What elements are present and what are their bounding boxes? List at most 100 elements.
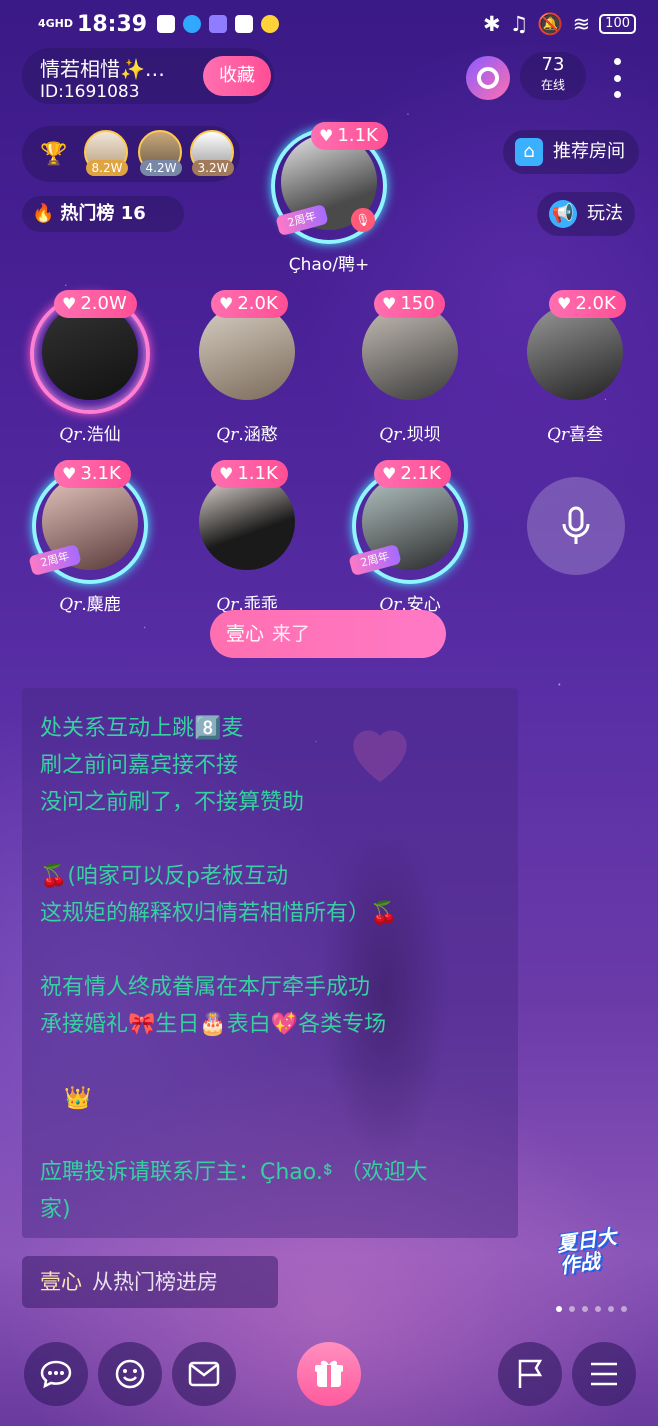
announce-line: 承接婚礼🎀生日🎂表白💖各类专场 bbox=[40, 1012, 387, 1037]
seat-name: Qr.涵憨 bbox=[216, 425, 278, 445]
seat-avatar bbox=[527, 304, 623, 400]
host-name: Çhao/聘+ bbox=[288, 255, 370, 275]
banner-pagination bbox=[556, 1306, 627, 1312]
online-count: 73 bbox=[541, 54, 565, 75]
seat-hearts: 3.1K bbox=[80, 463, 121, 484]
microphone-icon bbox=[562, 506, 590, 544]
headphones-icon: ♫ bbox=[509, 12, 529, 36]
join-user: 壹心 bbox=[226, 623, 265, 645]
host-hearts: 1.1K bbox=[337, 125, 378, 146]
join-notification: 壹心 来了 bbox=[210, 610, 446, 658]
seat-avatar bbox=[362, 304, 458, 400]
chat-bubble-icon bbox=[40, 1360, 72, 1389]
seat-heart-badge: ♥ 150 bbox=[374, 290, 445, 318]
empty-mic-seat[interactable] bbox=[527, 477, 625, 575]
seat-heart-badge: ♥ 1.1K bbox=[211, 460, 288, 488]
room-logo-button[interactable] bbox=[466, 56, 510, 100]
room-announcement: 处关系互动上跳8️⃣麦 刷之前问嘉宾接不接 没问之前刷了，不接算赞助 🍒(咱家可… bbox=[22, 688, 518, 1238]
announce-line bbox=[40, 821, 500, 858]
seat-name: Qr.浩仙 bbox=[59, 425, 121, 445]
app-notification-icon bbox=[183, 15, 202, 33]
favorite-button[interactable]: 收藏 bbox=[203, 56, 271, 96]
announce-line bbox=[40, 932, 500, 969]
bluetooth-icon: ✱ bbox=[482, 12, 501, 36]
seat-name: Qr喜叁 bbox=[546, 425, 604, 445]
seat-hearts: 2.0K bbox=[237, 293, 278, 314]
seat-hearts: 150 bbox=[400, 293, 435, 314]
seat-avatar bbox=[199, 474, 295, 570]
status-bar: 4GHD 18:39 ✱ ♫ 🔕 ≋ 100 bbox=[0, 0, 658, 48]
wifi-icon: ≋ bbox=[572, 12, 591, 36]
promo-title: 夏日大作战 bbox=[555, 1224, 618, 1279]
hamburger-menu-icon bbox=[591, 1362, 617, 1386]
seat-name: Qr.麋鹿 bbox=[59, 595, 121, 615]
host-heart-badge: ♥ 1.1K bbox=[311, 122, 388, 150]
gift-icon bbox=[315, 1360, 343, 1387]
announce-line bbox=[40, 1117, 500, 1154]
seat-hearts: 2.1K bbox=[400, 463, 441, 484]
announce-line: 👑 bbox=[64, 1086, 92, 1111]
recommend-room-label: 推荐房间 bbox=[553, 141, 625, 162]
status-time: 18:39 bbox=[77, 11, 148, 37]
room-name: 情若相惜✨… bbox=[40, 57, 165, 81]
mic-seat-7[interactable]: ♥ 2.1K 2周年 Qr.安心 bbox=[340, 460, 480, 615]
play-label: 玩法 bbox=[587, 203, 623, 224]
rank-value: 8.2W bbox=[86, 160, 128, 176]
mic-seat-3[interactable]: ♥ 150 Qr.坝坝 bbox=[340, 290, 480, 445]
chat-button[interactable] bbox=[24, 1342, 88, 1406]
seat-avatar bbox=[42, 304, 138, 400]
announce-line: 家) bbox=[40, 1197, 71, 1222]
enter-message: 壹心 从热门榜进房 bbox=[22, 1256, 278, 1308]
mic-seat-6[interactable]: ♥ 1.1K Qr.乖乖 bbox=[177, 460, 317, 615]
seat-heart-badge: ♥ 2.1K bbox=[374, 460, 451, 488]
seat-hearts: 1.1K bbox=[237, 463, 278, 484]
rank-value: 4.2W bbox=[140, 160, 182, 176]
smiley-icon bbox=[115, 1359, 145, 1389]
logo-icon bbox=[477, 67, 499, 89]
network-indicator: 4GHD bbox=[38, 17, 74, 30]
rank-value: 3.2W bbox=[192, 160, 234, 176]
seat-heart-badge: ♥ 2.0K bbox=[211, 290, 288, 318]
menu-button[interactable] bbox=[572, 1342, 636, 1406]
announce-line bbox=[40, 1043, 500, 1080]
seat-heart-badge: ♥ 2.0K bbox=[549, 290, 626, 318]
mic-seat-2[interactable]: ♥ 2.0K Qr.涵憨 bbox=[177, 290, 317, 445]
mic-seat-1[interactable]: ♥ 2.0W Qr.浩仙 bbox=[20, 290, 160, 445]
seat-hearts: 2.0K bbox=[575, 293, 616, 314]
announce-line: 刷之前问嘉宾接不接 bbox=[40, 753, 239, 778]
notification-icon bbox=[157, 15, 176, 33]
enter-text: 从热门榜进房 bbox=[92, 1270, 218, 1294]
promo-banner[interactable]: 夏日大作战 bbox=[555, 1222, 636, 1294]
envelope-icon bbox=[188, 1361, 220, 1387]
mute-bell-icon: 🔕 bbox=[537, 11, 564, 36]
trophy-icon: 🏆 bbox=[40, 142, 68, 167]
message-button[interactable] bbox=[172, 1342, 236, 1406]
cat-app-icon bbox=[235, 15, 254, 33]
hot-list-label: 热门榜 16 bbox=[60, 203, 146, 224]
report-button[interactable] bbox=[498, 1342, 562, 1406]
recommend-room-button[interactable]: ⌂ 推荐房间 bbox=[503, 130, 639, 174]
announce-line: 这规矩的解释权归情若相惜所有）🍒 bbox=[40, 901, 398, 926]
megaphone-icon: 📢 bbox=[549, 200, 577, 228]
online-count-button[interactable]: 73 在线 bbox=[520, 52, 586, 100]
mic-seat-4[interactable]: ♥ 2.0K Qr喜叁 bbox=[505, 290, 645, 445]
house-icon: ⌂ bbox=[515, 138, 543, 166]
emoji-button[interactable] bbox=[98, 1342, 162, 1406]
mic-seat-5[interactable]: ♥ 3.1K 2周年 Qr.麋鹿 bbox=[20, 460, 160, 615]
announce-line: 处关系互动上跳8️⃣麦 bbox=[40, 716, 244, 741]
seat-name: Qr.坝坝 bbox=[379, 425, 441, 445]
seat-hearts: 2.0W bbox=[80, 293, 127, 314]
announce-line: 应聘投诉请联系厅主：Çhao.ᙚ （欢迎大 bbox=[40, 1160, 428, 1185]
room-id: ID:1691083 bbox=[40, 82, 140, 102]
host-seat[interactable]: ♥ 1.1K 2周年 🎙 Çhao/聘+ bbox=[259, 122, 399, 275]
seat-heart-badge: ♥ 3.1K bbox=[54, 460, 131, 488]
join-action: 来了 bbox=[272, 623, 311, 645]
seat-avatar bbox=[199, 304, 295, 400]
play-button[interactable]: 📢 玩法 bbox=[537, 192, 635, 236]
host-mic-muted-icon: 🎙 bbox=[351, 208, 375, 232]
gift-button[interactable] bbox=[297, 1342, 361, 1406]
hot-list-button[interactable]: 🔥 热门榜 16 bbox=[22, 196, 184, 232]
flame-icon: 🔥 bbox=[32, 203, 55, 224]
more-menu-icon[interactable] bbox=[610, 58, 624, 98]
enter-user: 壹心 bbox=[40, 1270, 82, 1294]
